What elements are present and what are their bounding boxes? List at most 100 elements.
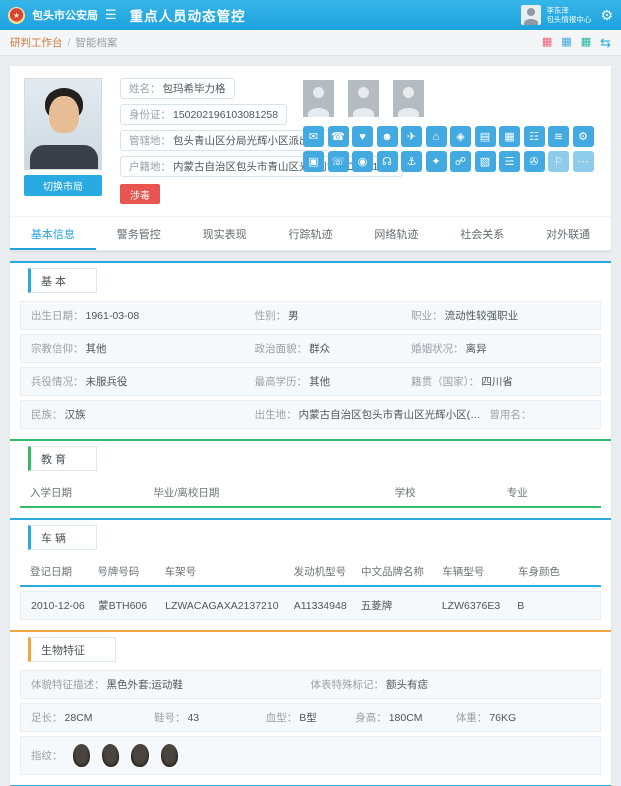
tape-icon[interactable]: ✇ [524, 151, 545, 172]
fingerprint-image[interactable] [101, 743, 120, 767]
tab-social-relations[interactable]: 社会关系 [439, 217, 525, 250]
grid-icon[interactable]: ☷ [524, 126, 545, 147]
breadcrumb-current: 智能档案 [75, 35, 117, 50]
marriage-icon[interactable]: ♥ [352, 126, 373, 147]
fingerprint-image[interactable] [130, 743, 150, 767]
fingerprint-image[interactable] [73, 744, 90, 767]
column-header: 车辆型号 [442, 564, 518, 579]
idcard-icon[interactable]: ▣ [303, 151, 324, 172]
field-label: 民族： [31, 409, 63, 421]
camera-icon[interactable]: ◉ [352, 151, 373, 172]
registered-address-label: 户籍地： [129, 161, 171, 173]
field-value: 流动性较强职业 [445, 310, 519, 322]
column-header: 发动机型号 [294, 564, 361, 579]
user-avatar[interactable] [521, 5, 541, 25]
photo-thumb[interactable] [303, 80, 334, 117]
tab-movement-track[interactable]: 行踪轨迹 [268, 217, 354, 250]
field-value: 其他 [309, 376, 330, 388]
report-icon[interactable]: ▦ [542, 37, 552, 48]
page: ★ 包头市公安局 ☰ 重点人员动态管控 李东泽 包头情报中心 ⚙ 研判工作台 /… [0, 0, 621, 786]
field-value: 群众 [309, 343, 330, 355]
bank-icon[interactable]: ▦ [499, 126, 520, 147]
more-icon[interactable]: ⋯ [573, 151, 594, 172]
marital-status-field: 婚姻状况：离异 [411, 341, 590, 356]
appearance-field: 体貌特征描述：黑色外套;运动鞋 [31, 677, 311, 692]
field-value: 四川省 [481, 376, 513, 388]
list-icon[interactable]: ☰ [499, 151, 520, 172]
section-education: 教 育 入学日期 毕业/离校日期 学校 专业 [20, 439, 601, 508]
photo-thumb[interactable] [348, 80, 379, 117]
star-icon[interactable]: ✦ [426, 151, 447, 172]
political-status-field: 政治面貌：群众 [255, 341, 412, 356]
height-field: 身高：180CM [355, 710, 456, 725]
bankcard-icon[interactable]: ▤ [475, 126, 496, 147]
table-cell: 五菱牌 [361, 598, 442, 613]
field-label: 最高学历： [255, 376, 308, 388]
tab-real-performance[interactable]: 现实表现 [182, 217, 268, 250]
table-row: 宗教信仰：其他 政治面貌：群众 婚姻状况：离异 [20, 334, 601, 363]
settings-icon[interactable]: ⚙ [573, 126, 594, 147]
switch-bureau-button[interactable]: 切换市局 [24, 175, 102, 196]
ethnicity-field: 民族：汉族 [31, 407, 255, 422]
compare-icon[interactable]: ▦ [581, 37, 591, 48]
flag-icon[interactable]: ⚐ [548, 151, 569, 172]
message-icon[interactable]: ✉ [303, 126, 324, 147]
link-icon[interactable]: ☍ [450, 151, 471, 172]
person-icon[interactable]: ☻ [377, 126, 398, 147]
table-cell: LZW6376E3 [442, 600, 517, 612]
landline-icon[interactable]: ☏ [328, 151, 349, 172]
idcard-label: 身份证： [129, 109, 171, 121]
profile-card: 切换市局 姓名：包玛希毕力格 身份证：150202196103081258 管辖… [10, 66, 611, 251]
tab-external-contact[interactable]: 对外联通 [525, 217, 611, 250]
signal-icon[interactable]: ☊ [377, 151, 398, 172]
section-title-basic: 基 本 [28, 268, 97, 293]
top-header: ★ 包头市公安局 ☰ 重点人员动态管控 李东泽 包头情报中心 ⚙ [0, 0, 621, 30]
table-row: 民族：汉族 出生地：内蒙古自治区包头市青山区光辉小区(二区)-1-86 曾用名： [20, 400, 601, 429]
birthdate-field: 出生日期：1961-03-08 [31, 308, 255, 323]
drug-tag-badge: 涉毒 [120, 184, 160, 204]
dashboard-icon[interactable]: ▦ [561, 37, 571, 48]
network-icon[interactable]: ≋ [548, 126, 569, 147]
agency-name: 包头市公安局 [32, 7, 98, 23]
user-name: 李东泽 [546, 6, 591, 15]
vehicle-icon[interactable]: ◈ [450, 126, 471, 147]
fingerprint-label: 指纹： [31, 748, 63, 763]
gender-field: 性别：男 [255, 308, 412, 323]
user-box: 李东泽 包头情报中心 ⚙ [521, 5, 613, 25]
call-icon[interactable]: ☎ [328, 126, 349, 147]
section-basic: 基 本 出生日期：1961-03-08 性别：男 职业：流动性较强职业 宗教信仰… [20, 261, 601, 429]
profile-section: 切换市局 姓名：包玛希毕力格 身份证：150202196103081258 管辖… [10, 66, 611, 208]
idcard-field: 身份证：150202196103081258 [120, 104, 287, 125]
section-vehicle: 车 辆 登记日期 号牌号码 车架号 发动机型号 中文品牌名称 车辆型号 车身颜色… [20, 518, 601, 620]
field-value: 离异 [466, 343, 487, 355]
lodging-icon[interactable]: ⌂ [426, 126, 447, 147]
education-table-header: 入学日期 毕业/离校日期 学校 专业 [20, 479, 601, 508]
column-header: 车架号 [165, 564, 294, 579]
military-service-field: 兵役情况：未服兵役 [31, 374, 255, 389]
anchor-icon[interactable]: ⚓ [401, 151, 422, 172]
breadcrumb-parent[interactable]: 研判工作台 [10, 35, 63, 50]
vehicle-table-row: 2010-12-06 蒙BTH606 LZWACAGAXA2137210 A11… [20, 591, 601, 620]
fingerprint-image[interactable] [160, 744, 178, 768]
jurisdiction-label: 管辖地： [129, 135, 171, 147]
tab-network-track[interactable]: 网络轨迹 [353, 217, 439, 250]
menu-icon[interactable]: ☰ [105, 7, 117, 23]
occupation-field: 职业：流动性较强职业 [411, 308, 590, 323]
table-cell: 蒙BTH606 [98, 598, 165, 613]
gear-icon[interactable]: ⚙ [600, 7, 613, 24]
column-header: 登记日期 [30, 564, 97, 579]
tab-police-control[interactable]: 警务管控 [96, 217, 182, 250]
field-value: 1961-03-08 [86, 310, 140, 322]
data-icon[interactable]: ▧ [475, 151, 496, 172]
police-badge-icon: ★ [8, 7, 25, 24]
breadcrumb-tools: ▦ ▦ ▦ ⇆ [542, 36, 611, 49]
field-value: 额头有痣 [386, 679, 428, 691]
photo-thumb[interactable] [393, 80, 424, 117]
flight-icon[interactable]: ✈ [401, 126, 422, 147]
breadcrumb-separator: / [68, 37, 71, 49]
field-value: 28CM [65, 712, 93, 724]
collapse-icon[interactable]: ⇆ [600, 36, 611, 49]
tab-basic-info[interactable]: 基本信息 [10, 217, 96, 250]
field-label: 出生日期： [31, 310, 84, 322]
section-divider [10, 518, 611, 520]
